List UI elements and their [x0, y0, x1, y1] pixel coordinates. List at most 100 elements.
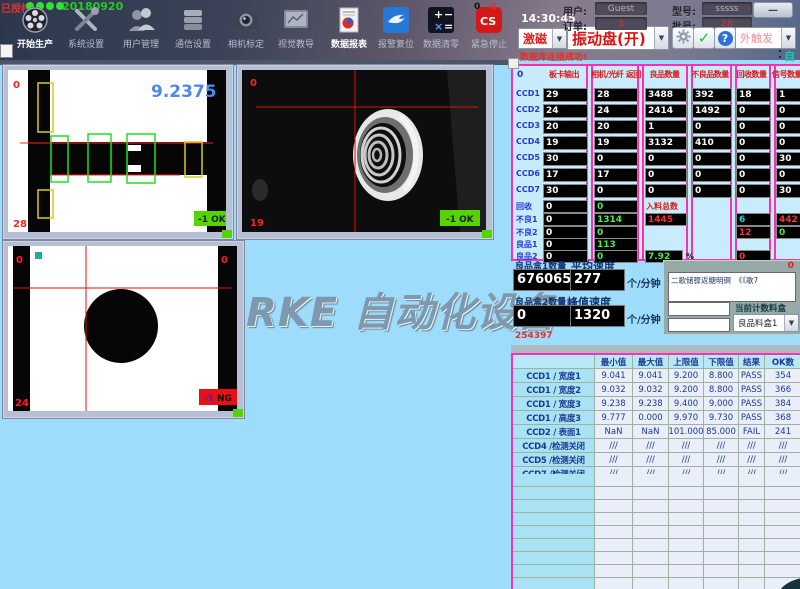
peak-speed-value: 1320 — [570, 305, 625, 327]
confirm-button[interactable]: ✓ — [693, 27, 715, 49]
excite-dropdown[interactable]: 激磁 ▼ — [518, 28, 567, 49]
ok-badge-text: -1 OK — [198, 215, 226, 225]
message-box[interactable]: 二歌储骤返糖明锕 《《歌7 — [668, 272, 796, 302]
cell-board-output: 17 — [543, 168, 588, 182]
header-cell: 最小值 — [595, 355, 633, 369]
measurement-header-row: 最小值 最大值 上限值 下限值 结果 OK数 — [513, 355, 800, 369]
toolbar-item-label: 数据清零 — [414, 37, 468, 50]
minimize-button[interactable]: — — [753, 2, 793, 18]
svg-text:×: × — [434, 20, 443, 33]
resize-grip[interactable] — [222, 230, 232, 238]
cell-result: /// — [739, 439, 765, 453]
data-report-button[interactable]: 数据报表 — [322, 5, 376, 50]
camera-count-top-left: 0 — [16, 255, 23, 266]
row-label: CCD5 /检测关闭 — [513, 453, 595, 467]
measurement-rows: CCD1 / 宽度1 9.041 9.041 9.200 8.800 PASS … — [513, 369, 800, 481]
chevron-down-icon[interactable]: ▼ — [781, 28, 795, 48]
estop-counters: 00 — [474, 2, 497, 12]
header-cell: 结果 — [739, 355, 765, 369]
row-label: CCD4 — [516, 137, 542, 146]
cell-ng-count: 392 — [692, 88, 732, 102]
row-label: CCD2 / 表面1 — [513, 425, 595, 439]
cell-board-output: 20 — [543, 120, 588, 134]
measurement-row: CCD1 / 宽度2 9.032 9.032 9.200 8.800 PASS … — [513, 383, 800, 397]
help-icon: ? — [718, 31, 733, 46]
feed-total-label: 入料总数 — [646, 201, 678, 212]
cell-recycle-count: 0 — [736, 120, 771, 134]
cell-recycle-count: 0 — [736, 184, 771, 198]
row-label: 不良2 — [516, 227, 542, 238]
input-field-2[interactable] — [668, 318, 730, 332]
table-row: CCD6 17 17 0 0 0 0 — [513, 168, 800, 184]
dot — [779, 56, 781, 58]
divider-strip — [511, 345, 800, 353]
column-header: 信号数量 — [772, 69, 800, 80]
cell-camera-return: 20 — [594, 120, 638, 134]
cell-lower: 8.800 — [704, 383, 739, 397]
row-label: CCD3 — [516, 121, 542, 130]
cell-lower: /// — [704, 453, 739, 467]
toolbar-item-label: 紧急停止 — [462, 37, 516, 50]
speed-panel: 良品盒1数量 平均速度 676065 277 个/分钟 良品盒2数量 峰值速度 … — [511, 258, 671, 346]
row-label: 不良1 — [516, 214, 542, 225]
resize-grip[interactable] — [482, 230, 492, 238]
toolbar-item-label: 开始生产 — [8, 37, 62, 50]
cell-camera-return: 17 — [594, 168, 638, 182]
header-cell: 上限值 — [669, 355, 704, 369]
data-clear-button[interactable]: +−×= 数据清零 — [414, 5, 468, 50]
cell-good-count: 0 — [645, 152, 687, 166]
cell-lower: 9.000 — [704, 397, 739, 411]
vision-teach-button[interactable]: 视觉教导 — [269, 5, 323, 50]
measurement-row: CCD1 / 高度3 9.777 0.000 9.970 9.730 PASS … — [513, 411, 800, 425]
system-settings-button[interactable]: 系统设置 — [59, 5, 113, 50]
order-label: 订单: — [563, 18, 587, 33]
start-production-button[interactable]: 开始生产 — [8, 5, 62, 50]
report-icon — [334, 5, 364, 35]
cell-max: 0.000 — [633, 411, 669, 425]
cell-lower: /// — [704, 439, 739, 453]
camera-1-image: 9.2375 0 28 -1 OK — [8, 70, 226, 232]
cell-camera-return: 0 — [594, 184, 638, 198]
resize-grip[interactable] — [233, 409, 243, 417]
chevron-down-icon[interactable]: ▼ — [654, 27, 668, 49]
wrench-icon — [71, 5, 101, 35]
db-status-message: 数据库连接成功! — [520, 50, 587, 63]
user-label: 用户: — [563, 3, 587, 18]
table-corner-checkbox[interactable] — [508, 58, 519, 69]
cell-signal-count: 0 — [776, 120, 800, 134]
box1-count-value: 676065 — [513, 269, 571, 291]
minimize-icon: — — [768, 5, 778, 16]
camera-calibration-button[interactable]: 相机标定 — [219, 5, 273, 50]
user-management-button[interactable]: 用户管理 — [114, 5, 168, 50]
cell-result: PASS — [739, 411, 765, 425]
cell: 6 — [736, 213, 771, 226]
cell-max: 9.032 — [633, 383, 669, 397]
svg-text:=: = — [444, 20, 453, 33]
cell-result: FAIL — [739, 425, 765, 439]
input-field-1[interactable] — [668, 302, 730, 316]
camera-2-image: 0 19 -1 OK — [242, 70, 486, 232]
panel-zero: 0 — [788, 261, 794, 271]
dot — [779, 50, 781, 52]
cell-ng-count: 0 — [692, 152, 732, 166]
cell-board-output: 30 — [543, 184, 588, 198]
help-button[interactable]: ? — [714, 27, 736, 49]
chevron-down-icon[interactable]: ▼ — [784, 315, 798, 331]
cell-upper: 9.970 — [669, 411, 704, 425]
calculator-icon: +−×= — [426, 5, 456, 35]
camera-view-2: 0 19 -1 OK — [236, 64, 494, 240]
cell-max: /// — [633, 453, 669, 467]
cell-upper: 9.200 — [669, 369, 704, 383]
trigger-dropdown[interactable]: 外触发 ▼ — [735, 27, 796, 49]
cell-upper: /// — [669, 453, 704, 467]
cell-good-count: 2414 — [645, 104, 687, 118]
settings-gear-button[interactable] — [672, 27, 694, 49]
current-box-dropdown[interactable]: 良品料盒1 ▼ — [733, 314, 799, 332]
cell-ng-count: 0 — [692, 184, 732, 198]
users-icon — [126, 5, 156, 35]
comm-settings-button[interactable]: 通信设置 — [166, 5, 220, 50]
cell-recycle-count: 0 — [736, 104, 771, 118]
svg-text:CS: CS — [480, 15, 496, 28]
column-header: 相机/光纤 返回 — [591, 69, 638, 80]
table-row: CCD7 30 0 0 0 0 30 — [513, 184, 800, 200]
